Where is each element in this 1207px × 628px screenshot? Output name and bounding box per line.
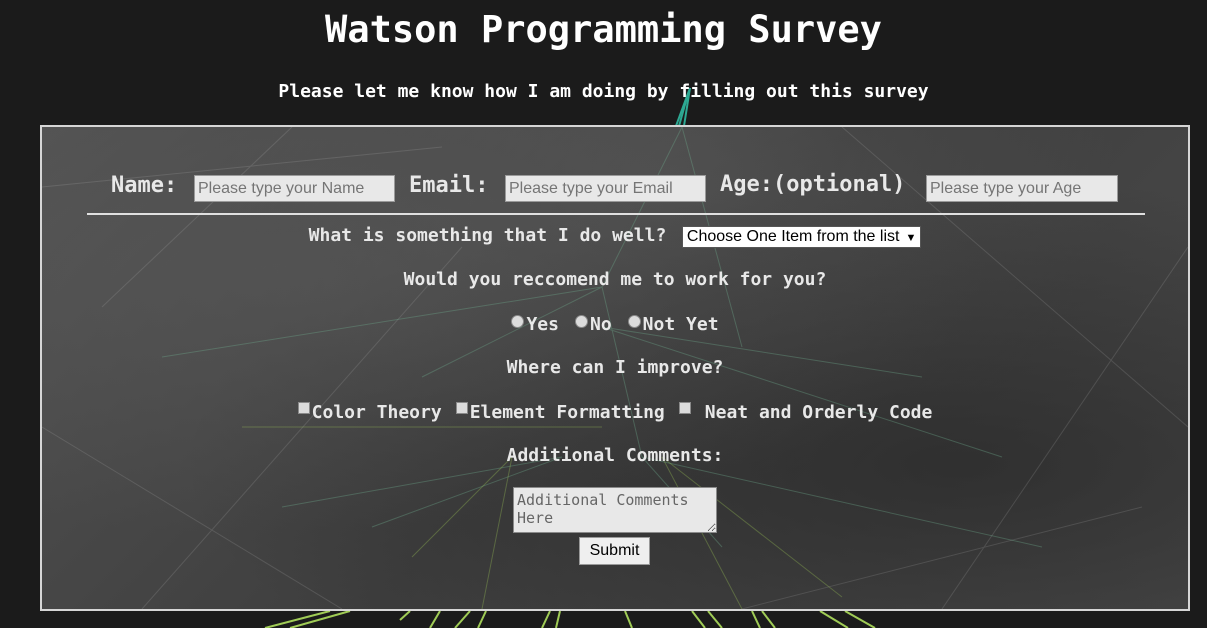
page-title: Watson Programming Survey (325, 8, 882, 51)
age-input[interactable] (926, 175, 1118, 202)
comments-textarea[interactable] (513, 487, 717, 533)
checkbox-element-formatting-label: Element Formatting (469, 402, 665, 423)
well-question-label: What is something that I do well? (308, 225, 667, 246)
radio-no-label: No (589, 314, 612, 335)
recommend-radio-group: Yes No Not Yet (42, 314, 1188, 335)
survey-page: Watson Programming Survey Please let me … (0, 0, 1207, 628)
radio-not-yet[interactable] (627, 315, 641, 328)
well-select-value: Choose One Item from the list (686, 227, 900, 245)
email-input[interactable] (505, 175, 706, 202)
checkbox-neat-code-label: Neat and Orderly Code (704, 402, 933, 423)
age-label: Age:(optional) (720, 172, 906, 197)
checkbox-neat-code[interactable] (678, 402, 691, 414)
checkbox-element-formatting[interactable] (455, 402, 468, 414)
checkbox-color-theory-label: Color Theory (311, 402, 442, 423)
recommend-question-row: Would you reccomend me to work for you? (42, 269, 1188, 290)
name-input[interactable] (194, 175, 395, 202)
improve-question-label: Where can I improve? (506, 357, 724, 378)
well-select[interactable]: Choose One Item from the list ▼ (681, 225, 922, 248)
well-question-row: What is something that I do well? Choose… (42, 225, 1188, 248)
improve-question-row: Where can I improve? (42, 357, 1188, 378)
checkbox-color-theory[interactable] (297, 402, 310, 414)
name-label: Name: (111, 173, 178, 198)
comments-label-row: Additional Comments: (42, 445, 1188, 466)
radio-not-yet-label: Not Yet (642, 314, 719, 335)
submit-button[interactable]: Submit (579, 537, 650, 565)
radio-yes[interactable] (511, 315, 525, 328)
chevron-down-icon: ▼ (905, 231, 917, 244)
page-subtitle: Please let me know how I am doing by fil… (278, 81, 929, 102)
radio-no[interactable] (574, 315, 588, 328)
survey-form: Name: Email: Age:(optional) What is some… (40, 125, 1190, 611)
radio-yes-label: Yes (526, 314, 559, 335)
comments-label: Additional Comments: (506, 445, 724, 466)
email-label: Email: (409, 173, 489, 198)
improve-checkbox-group: Color Theory Element Formatting Neat and O… (42, 402, 1188, 423)
recommend-question-label: Would you reccomend me to work for you? (403, 269, 827, 290)
form-divider (87, 213, 1145, 215)
